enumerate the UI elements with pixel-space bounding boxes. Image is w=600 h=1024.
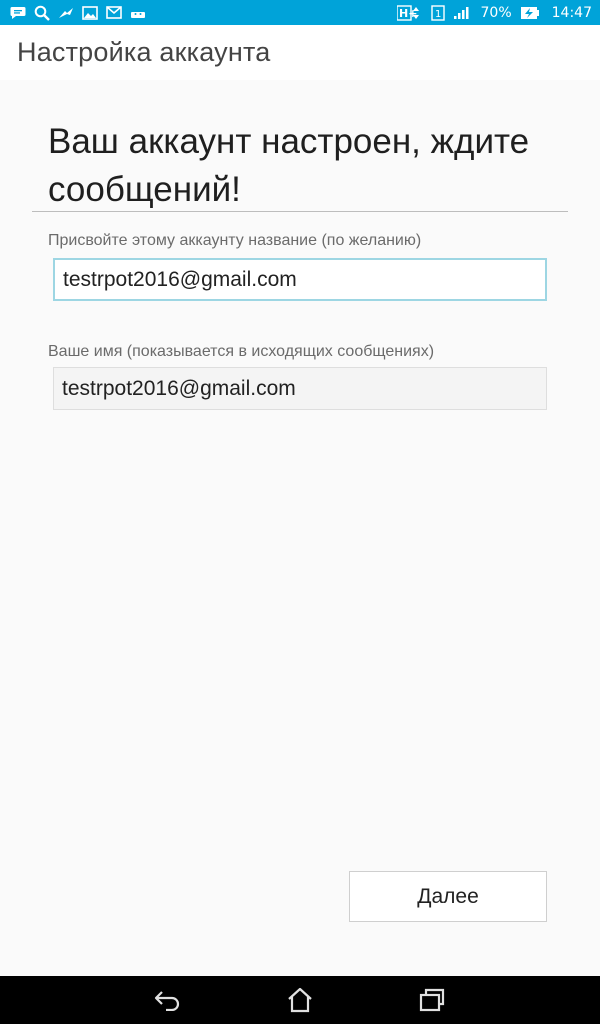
battery-charging-icon	[520, 5, 540, 21]
navigation-bar	[0, 976, 600, 1024]
your-name-input[interactable]: testrpot2016@gmail.com	[53, 367, 547, 410]
bird-icon	[58, 6, 74, 20]
clock: 14:47	[551, 4, 592, 21]
your-name-label: Ваше имя (показывается в исходящих сообщ…	[48, 343, 435, 360]
status-bar: H+ 1 70% 14:47	[0, 0, 600, 25]
search-icon	[34, 5, 50, 21]
svg-text:1: 1	[435, 9, 441, 20]
battery-percent: 70%	[480, 4, 512, 21]
recent-apps-icon[interactable]	[416, 984, 448, 1016]
signal-icon	[453, 6, 471, 20]
next-button[interactable]: Далее	[349, 871, 547, 922]
divider	[32, 211, 568, 212]
main-content: Ваш аккаунт настроен, ждите сообщений! П…	[0, 80, 600, 976]
app-title: Настройка аккаунта	[17, 37, 271, 67]
setup-complete-heading: Ваш аккаунт настроен, ждите сообщений!	[48, 122, 530, 209]
sim-icon: 1	[430, 4, 445, 21]
system-status: H+ 1 70% 14:47	[396, 0, 592, 25]
account-name-input[interactable]: testrpot2016@gmail.com	[53, 258, 547, 301]
chat-icon	[10, 6, 26, 20]
network-type-icon: H+	[396, 4, 423, 21]
mail-icon	[106, 6, 122, 19]
home-icon[interactable]	[284, 984, 316, 1016]
back-icon[interactable]	[152, 984, 184, 1016]
app-bar: Настройка аккаунта	[0, 25, 600, 80]
android-icon	[130, 6, 146, 20]
notification-icons	[10, 0, 146, 25]
image-icon	[82, 5, 98, 20]
account-name-label: Присвойте этому аккаунту название (по же…	[48, 232, 422, 249]
your-name-value: testrpot2016@gmail.com	[62, 376, 296, 400]
account-name-value: testrpot2016@gmail.com	[63, 267, 297, 291]
